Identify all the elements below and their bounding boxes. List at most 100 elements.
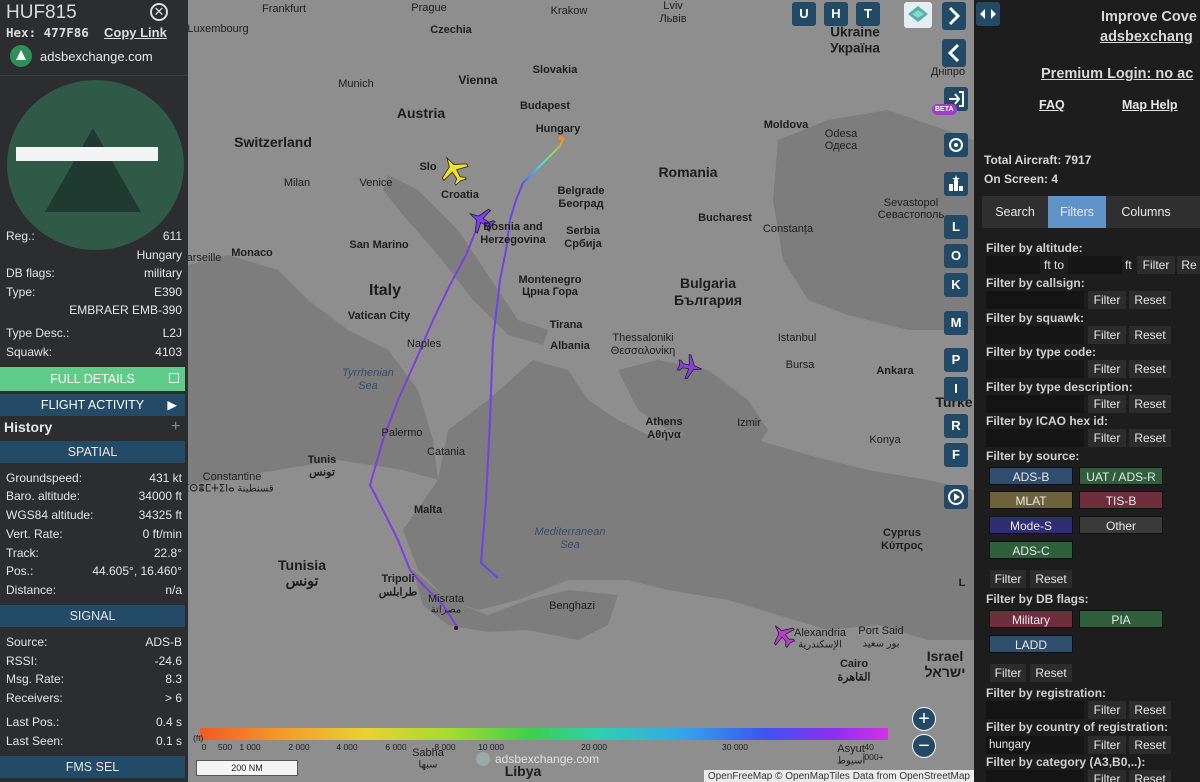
filter-squawk-label: Filter by squawk: <box>986 311 1085 325</box>
settings-gear-icon[interactable] <box>944 133 968 157</box>
map-label: سبها <box>418 759 438 771</box>
zoom-out-button[interactable]: − <box>912 734 936 758</box>
source-chip-modes[interactable]: Mode-S <box>989 516 1073 534</box>
back-arrow-icon[interactable] <box>942 39 966 67</box>
source-chip-other[interactable]: Other <box>1079 516 1163 534</box>
map-button-l[interactable]: L <box>944 215 968 239</box>
info-value: ADS-B <box>145 635 182 649</box>
source-chip-adsb[interactable]: ADS-B <box>989 467 1073 485</box>
ft-to-label: ft to <box>1044 258 1065 272</box>
callsign-filter-button[interactable]: Filter <box>1088 291 1126 309</box>
squawk-input[interactable] <box>986 326 1084 344</box>
improve-coverage-link[interactable]: adsbexchang <box>1100 29 1193 45</box>
premium-login-link[interactable]: Premium Login: no ac <box>1041 66 1193 82</box>
map-attribution[interactable]: OpenFreeMap © OpenMapTiles Data from Ope… <box>703 770 974 782</box>
db-chip-pia[interactable]: PIA <box>1079 610 1163 628</box>
source-chip-tisb[interactable]: TIS-B <box>1079 491 1163 509</box>
country-reset-button[interactable]: Reset <box>1129 736 1171 754</box>
legend-tick: 40 000+ <box>864 742 884 762</box>
map-button-o[interactable]: O <box>944 244 968 268</box>
ranking-icon[interactable] <box>944 172 968 196</box>
zoom-in-button[interactable]: + <box>912 707 936 731</box>
copy-link[interactable]: Copy Link <box>104 25 167 40</box>
callsign-reset-button[interactable]: Reset <box>1129 291 1171 309</box>
registration-filter-button[interactable]: Filter <box>1088 701 1126 719</box>
map-view[interactable]: Frankfurt Prague Krakow Lviv Львів Luxem… <box>188 0 974 782</box>
info-value: 431 kt <box>149 471 182 485</box>
full-details-button[interactable]: FULL DETAILS <box>0 367 185 391</box>
altitude-min-input[interactable] <box>986 256 1040 274</box>
info-value: 34000 ft <box>138 489 182 503</box>
icao-filter-button[interactable]: Filter <box>1088 429 1126 447</box>
category-reset-button[interactable]: Reset <box>1129 770 1171 782</box>
map-button-r[interactable]: R <box>944 414 968 438</box>
altitude-reset-button[interactable]: Re <box>1177 256 1200 274</box>
category-filter-button[interactable]: Filter <box>1088 770 1126 782</box>
expand-history-icon[interactable]: + <box>171 418 180 436</box>
flight-activity-button[interactable]: FLIGHT ACTIVITY ▶ <box>0 394 185 416</box>
altitude-max-input[interactable] <box>1068 256 1122 274</box>
source-chip-uat[interactable]: UAT / ADS-R <box>1079 467 1163 485</box>
icao-input[interactable] <box>986 429 1084 447</box>
map-button-k[interactable]: K <box>944 273 968 297</box>
registration-reset-button[interactable]: Reset <box>1129 701 1171 719</box>
total-aircraft: Total Aircraft: 7917 <box>984 153 1092 167</box>
panel-toggle-icon[interactable] <box>976 2 1000 26</box>
map-button-p[interactable]: P <box>944 348 968 372</box>
type-code-reset-button[interactable]: Reset <box>1129 360 1171 378</box>
map-help-link[interactable]: Map Help <box>1122 98 1178 112</box>
filter-icao-label: Filter by ICAO hex id: <box>986 414 1109 428</box>
registration-input[interactable] <box>986 701 1084 719</box>
map-button-t[interactable]: T <box>856 2 880 26</box>
map-button-f[interactable]: F <box>944 443 968 467</box>
tab-search[interactable]: Search <box>982 196 1048 228</box>
squawk-reset-button[interactable]: Reset <box>1129 326 1171 344</box>
info-value: 0 ft/min <box>142 527 182 541</box>
type-desc-input[interactable] <box>986 395 1084 413</box>
db-reset-button[interactable]: Reset <box>1030 664 1072 682</box>
db-chip-ladd[interactable]: LADD <box>989 635 1073 653</box>
map-button-m[interactable]: M <box>944 311 968 335</box>
map-label: Tripoli <box>381 573 415 585</box>
callsign-input[interactable] <box>986 291 1084 309</box>
map-label: Port Said <box>858 625 904 637</box>
map-button-i[interactable]: I <box>944 377 968 401</box>
map-label: Catania <box>427 446 465 458</box>
map-button-h[interactable]: H <box>824 2 848 26</box>
info-value: 611 <box>162 229 182 243</box>
altitude-filter-button[interactable]: Filter <box>1137 256 1175 274</box>
map-label: Sea <box>560 539 580 551</box>
country-input[interactable] <box>986 736 1084 754</box>
country-filter-button[interactable]: Filter <box>1088 736 1126 754</box>
icao-reset-button[interactable]: Reset <box>1129 429 1171 447</box>
info-value: 8.3 <box>165 672 182 686</box>
type-desc-reset-button[interactable]: Reset <box>1129 395 1171 413</box>
map-label: Athens <box>645 416 683 428</box>
faq-link[interactable]: FAQ <box>1039 98 1065 112</box>
category-input[interactable] <box>986 770 1084 782</box>
source-reset-button[interactable]: Reset <box>1030 570 1072 588</box>
next-arrow-icon[interactable] <box>942 2 966 30</box>
db-filter-button[interactable]: Filter <box>990 664 1026 682</box>
replay-icon[interactable] <box>944 485 968 509</box>
tab-columns[interactable]: Columns <box>1106 196 1186 228</box>
tab-filters[interactable]: Filters <box>1048 196 1106 228</box>
info-key: DB flags: <box>6 266 55 280</box>
type-code-filter-button[interactable]: Filter <box>1088 360 1126 378</box>
hex-label: Hex: <box>6 25 37 40</box>
type-code-input[interactable] <box>986 360 1084 378</box>
source-chip-mlat[interactable]: MLAT <box>989 491 1073 509</box>
db-chip-military[interactable]: Military <box>989 610 1073 628</box>
squawk-filter-button[interactable]: Filter <box>1088 326 1126 344</box>
legend-tick: 4 000 <box>336 742 358 752</box>
brand-link[interactable]: adsbexchange.com <box>10 45 153 67</box>
close-icon[interactable]: ✕ <box>150 3 168 21</box>
layers-icon[interactable] <box>904 2 932 28</box>
map-label: Odesa <box>824 128 858 140</box>
map-label: Ukraine <box>830 24 880 40</box>
map-label: Bucharest <box>698 212 752 224</box>
type-desc-filter-button[interactable]: Filter <box>1088 395 1126 413</box>
map-button-u[interactable]: U <box>792 2 816 26</box>
source-filter-button[interactable]: Filter <box>990 570 1026 588</box>
source-chip-adsc[interactable]: ADS-C <box>989 541 1073 559</box>
